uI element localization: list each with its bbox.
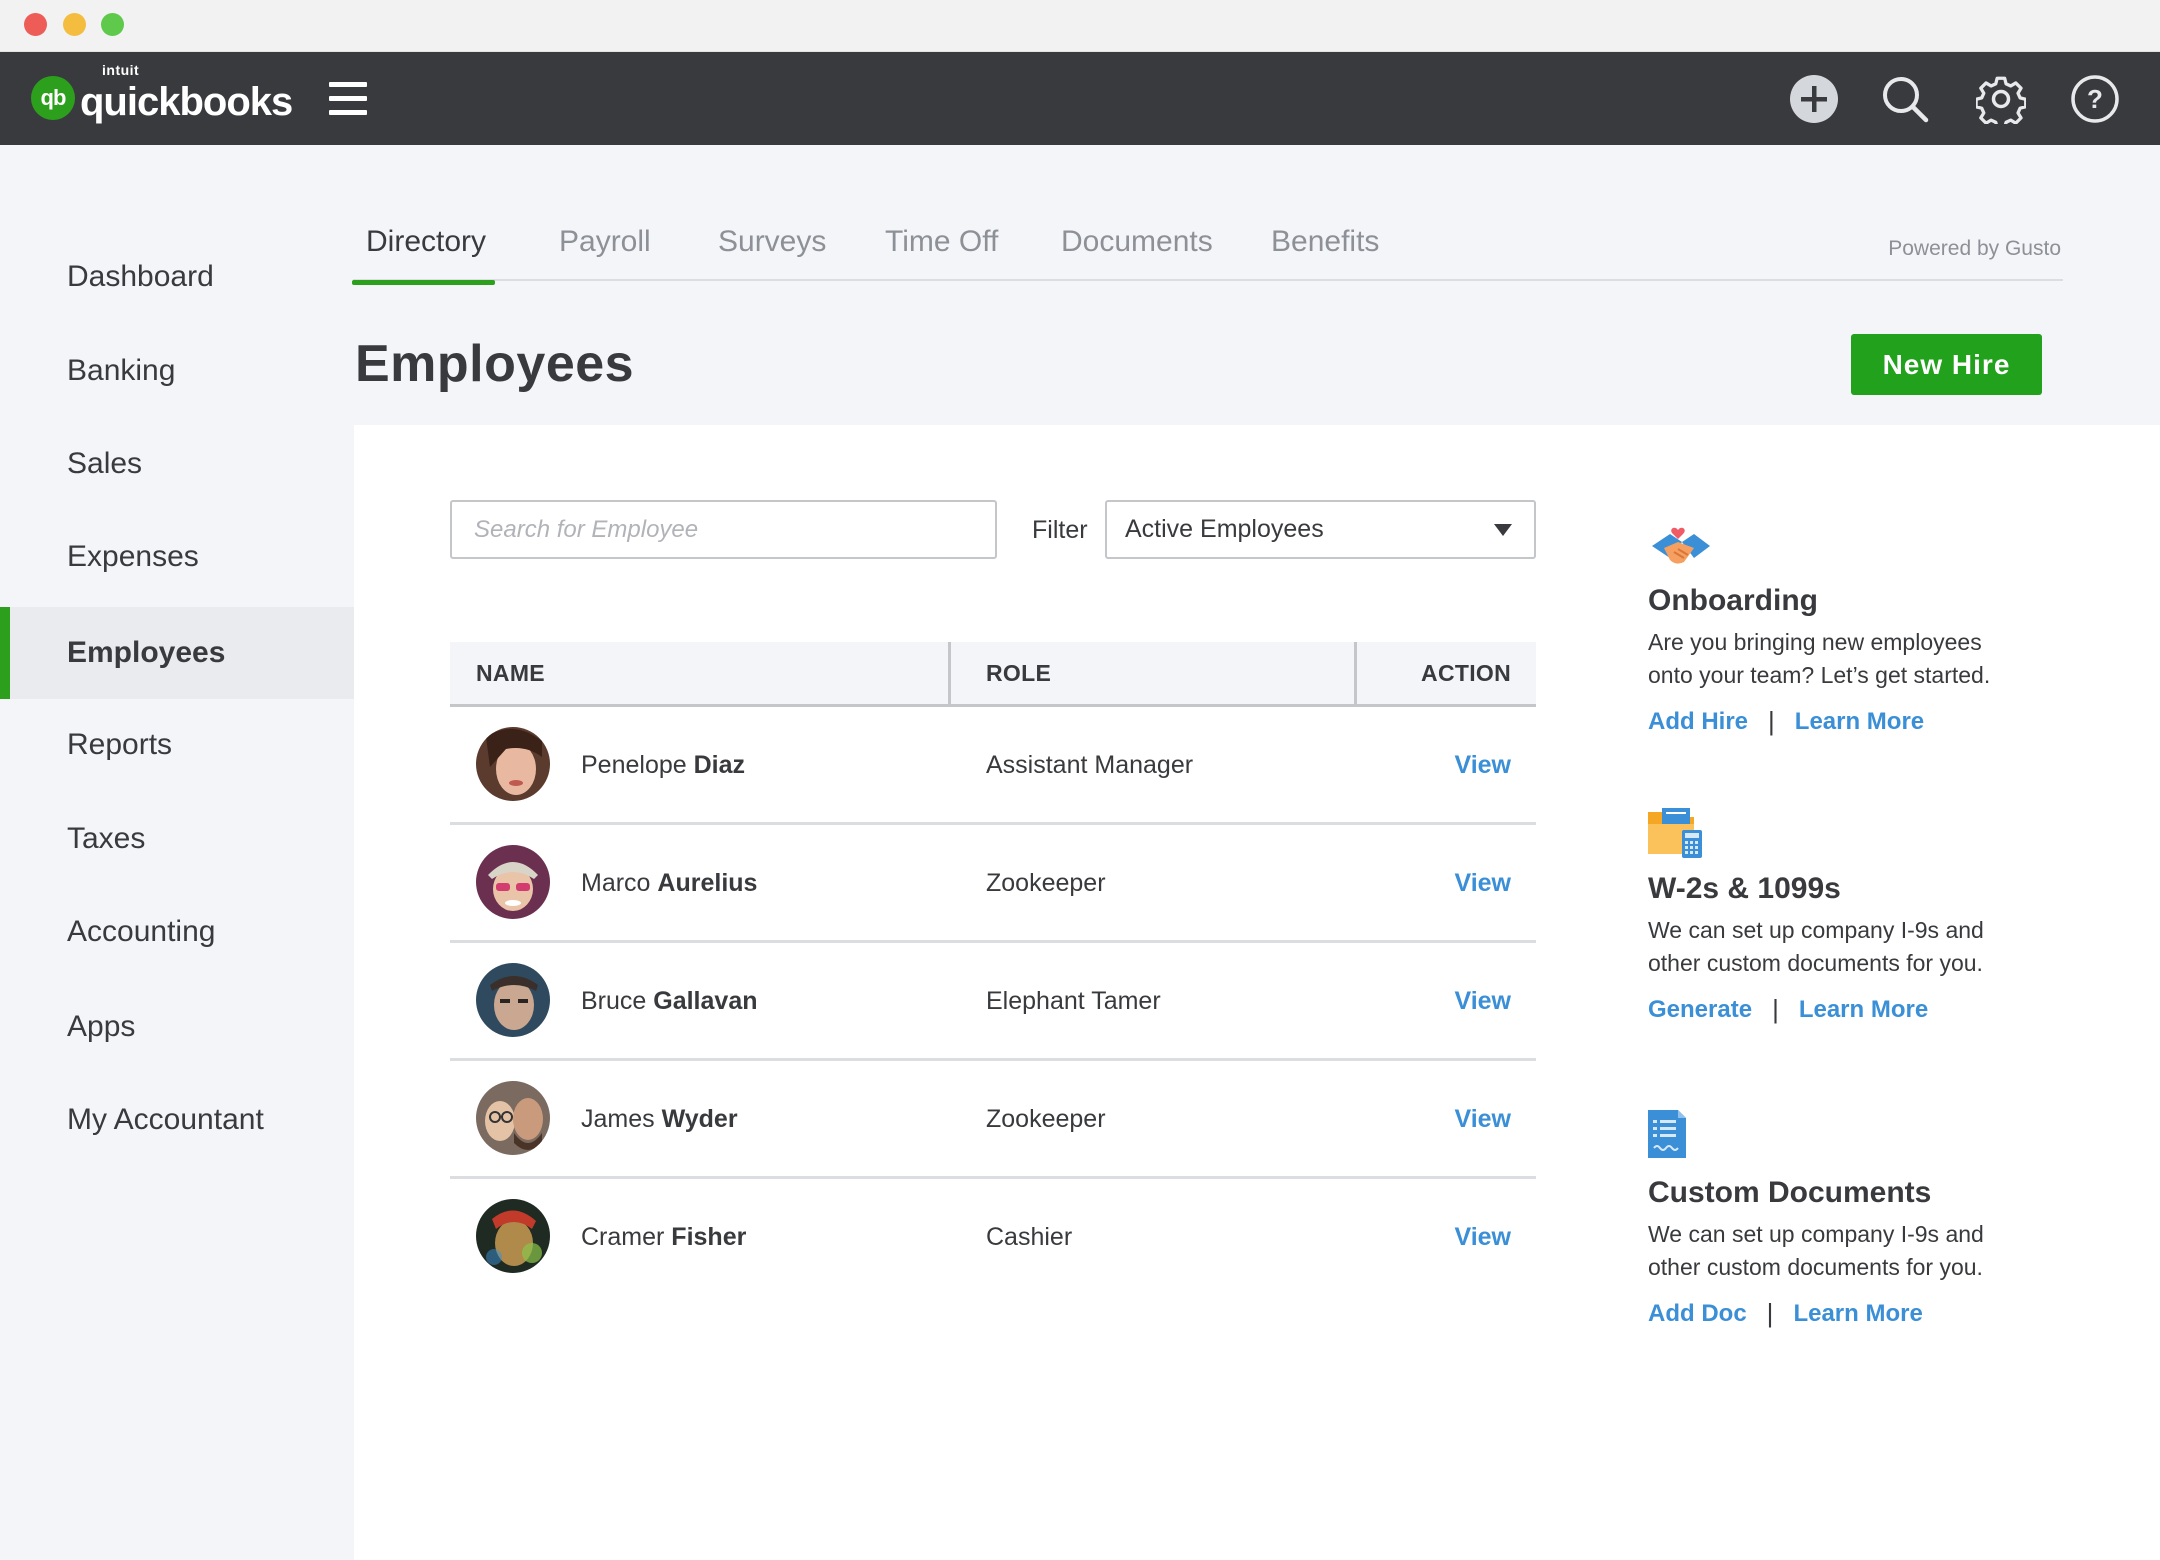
card-links: Generate | Learn More	[1648, 994, 2048, 1025]
card-description: We can set up company I-9s and other cus…	[1648, 917, 1984, 976]
avatar	[476, 727, 550, 801]
sidebar-item-employees[interactable]: Employees	[0, 607, 354, 699]
filter-dropdown[interactable]: Active Employees	[1105, 500, 1536, 559]
gear-icon[interactable]	[1974, 74, 2028, 130]
generate-link[interactable]: Generate	[1648, 996, 1752, 1024]
logo-text: intuit quickbooks	[80, 62, 293, 128]
sidebar-item-my-accountant[interactable]: My Accountant	[0, 1074, 354, 1166]
plus-icon[interactable]	[1789, 74, 1839, 124]
add-doc-link[interactable]: Add Doc	[1648, 1300, 1747, 1328]
tab-documents[interactable]: Documents	[1061, 225, 1213, 281]
link-separator: |	[1772, 994, 1779, 1024]
sidebar-item-apps[interactable]: Apps	[0, 981, 354, 1073]
folder-calculator-icon	[1648, 806, 2048, 862]
card-description: Are you bringing new employees onto your…	[1648, 629, 1991, 688]
logo-intuit-text: intuit	[102, 62, 140, 78]
card-title: W-2s & 1099s	[1648, 872, 1841, 905]
filter-selected-value: Active Employees	[1125, 515, 1324, 543]
sidebar: Dashboard Banking Sales Expenses Employe…	[0, 145, 354, 1560]
view-employee-link[interactable]: View	[1454, 987, 1511, 1016]
sidebar-item-banking[interactable]: Banking	[0, 325, 354, 417]
employee-role: Assistant Manager	[986, 751, 1194, 779]
document-icon	[1648, 1110, 2048, 1166]
table-header: NAME ROLE ACTION	[450, 642, 1536, 707]
column-divider	[1354, 642, 1357, 704]
table-row: Penelope Diaz Assistant Manager View	[450, 707, 1536, 825]
logo-wordmark: quickbooks	[80, 80, 293, 124]
custom-documents-card: Custom Documents We can set up company I…	[1648, 1110, 2048, 1329]
employee-role: Zookeeper	[986, 1105, 1106, 1133]
table-row: Bruce Gallavan Elephant Tamer View	[450, 943, 1536, 1061]
close-window-button[interactable]	[24, 13, 47, 36]
learn-more-link[interactable]: Learn More	[1793, 1300, 1922, 1328]
powered-by-gusto: Powered by Gusto	[1888, 237, 2061, 260]
avatar	[476, 1081, 550, 1155]
column-header-action: ACTION	[1421, 659, 1511, 686]
column-header-role[interactable]: ROLE	[986, 642, 1051, 704]
svg-text:?: ?	[2087, 84, 2103, 114]
quickbooks-logo[interactable]: qb intuit quickbooks	[31, 62, 293, 124]
employee-name[interactable]: Marco Aurelius	[581, 869, 757, 898]
card-links: Add Doc | Learn More	[1648, 1298, 2048, 1329]
table-row: James Wyder Zookeeper View	[450, 1061, 1536, 1179]
column-divider	[948, 642, 951, 704]
sidebar-item-dashboard[interactable]: Dashboard	[0, 231, 354, 323]
tab-benefits[interactable]: Benefits	[1271, 225, 1379, 281]
help-icon[interactable]: ?	[2070, 74, 2120, 124]
sidebar-item-sales[interactable]: Sales	[0, 418, 354, 510]
hamburger-menu-icon[interactable]	[329, 82, 367, 115]
minimize-window-button[interactable]	[63, 13, 86, 36]
onboarding-card: Onboarding Are you bringing new employee…	[1648, 518, 2048, 737]
tab-payroll[interactable]: Payroll	[559, 225, 651, 281]
add-hire-link[interactable]: Add Hire	[1648, 708, 1748, 736]
employee-role: Cashier	[986, 1223, 1073, 1251]
table-row: Marco Aurelius Zookeeper View	[450, 825, 1536, 943]
maximize-window-button[interactable]	[101, 13, 124, 36]
employee-name[interactable]: James Wyder	[581, 1105, 738, 1134]
window-titlebar	[0, 0, 2160, 52]
employee-role: Elephant Tamer	[986, 987, 1161, 1015]
employee-name[interactable]: Cramer Fisher	[581, 1223, 746, 1252]
search-icon[interactable]	[1880, 74, 1930, 124]
tab-directory[interactable]: Directory	[351, 225, 496, 285]
view-employee-link[interactable]: View	[1454, 869, 1511, 898]
tab-surveys[interactable]: Surveys	[718, 225, 826, 281]
tab-time-off[interactable]: Time Off	[885, 225, 998, 281]
handshake-icon	[1648, 518, 2048, 574]
learn-more-link[interactable]: Learn More	[1795, 708, 1924, 736]
page-title: Employees	[355, 335, 635, 393]
learn-more-link[interactable]: Learn More	[1799, 996, 1928, 1024]
tab-bar: Directory Payroll Surveys Time Off Docum…	[351, 225, 2063, 285]
card-description: We can set up company I-9s and other cus…	[1648, 1221, 1984, 1280]
card-links: Add Hire | Learn More	[1648, 706, 2048, 737]
card-title: Onboarding	[1648, 584, 1818, 617]
w2-1099-card: W-2s & 1099s We can set up company I-9s …	[1648, 806, 2048, 1025]
sidebar-item-taxes[interactable]: Taxes	[0, 793, 354, 885]
top-bar: qb intuit quickbooks ?	[0, 52, 2160, 145]
view-employee-link[interactable]: View	[1454, 751, 1511, 780]
caret-down-icon	[1494, 524, 1512, 536]
view-employee-link[interactable]: View	[1454, 1105, 1511, 1134]
search-employee-input[interactable]	[450, 500, 997, 559]
link-separator: |	[1766, 1298, 1774, 1328]
avatar	[476, 1199, 550, 1273]
sidebar-item-accounting[interactable]: Accounting	[0, 886, 354, 978]
employee-name[interactable]: Penelope Diaz	[581, 751, 745, 780]
employee-role: Zookeeper	[986, 869, 1106, 897]
view-employee-link[interactable]: View	[1454, 1223, 1511, 1252]
filter-label: Filter	[1032, 516, 1088, 544]
avatar	[476, 963, 550, 1037]
employee-name[interactable]: Bruce Gallavan	[581, 987, 758, 1016]
card-title: Custom Documents	[1648, 1176, 1932, 1209]
table-row: Cramer Fisher Cashier View	[450, 1179, 1536, 1297]
column-header-name[interactable]: NAME	[476, 642, 545, 704]
link-separator: |	[1768, 706, 1775, 736]
new-hire-button[interactable]: New Hire	[1851, 334, 2042, 395]
avatar	[476, 845, 550, 919]
sidebar-item-expenses[interactable]: Expenses	[0, 511, 354, 603]
sidebar-item-reports[interactable]: Reports	[0, 699, 354, 791]
employee-table: NAME ROLE ACTION Penelope Diaz Assistant…	[450, 642, 1536, 1297]
qb-logo-icon: qb	[31, 76, 75, 120]
